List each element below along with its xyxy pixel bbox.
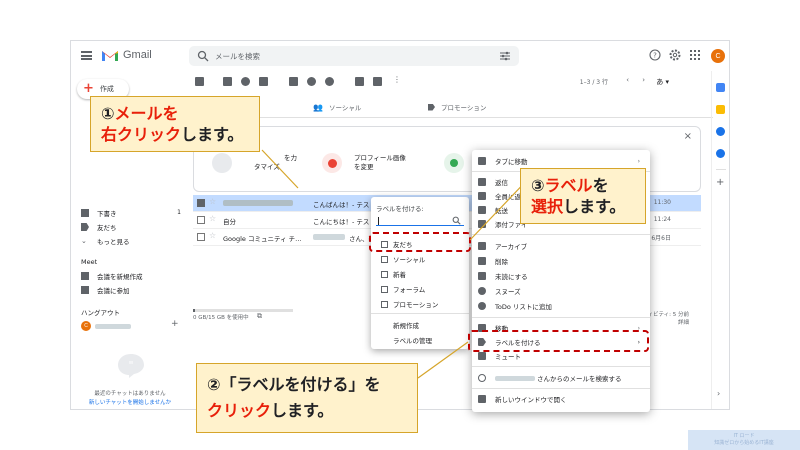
- callout-emphasis: 選択: [531, 197, 564, 216]
- callout-text: 「ラベルを付ける」を: [220, 375, 381, 394]
- callout-text: します。: [271, 401, 334, 420]
- tutorial-slide: Gmail メールを検索 ? C + 作成 下書き 1 友だち ⌄ もっと見る …: [0, 0, 800, 450]
- step-number: ③: [531, 176, 545, 195]
- callout-step-2: ②「ラベルを付ける」を クリックします。: [196, 363, 418, 433]
- callout-text: します。: [563, 197, 626, 216]
- footer-line2: 知識ゼロから始めるIT講座: [714, 440, 774, 446]
- step-number: ①: [101, 104, 115, 123]
- footer-watermark: IT ロード 知識ゼロから始めるIT講座: [688, 430, 800, 450]
- callout-text: メールを: [114, 104, 179, 123]
- callout-text: します。: [181, 125, 244, 144]
- callout-emphasis: 右クリック: [101, 125, 182, 144]
- callout-step-1: ①メールを 右クリックします。: [90, 96, 260, 152]
- callout-emphasis: ラベル: [544, 176, 593, 195]
- callout-emphasis: クリック: [207, 401, 272, 420]
- callout-text: を: [592, 176, 609, 195]
- footer-line1: IT ロード: [733, 433, 755, 439]
- step-number: ②: [207, 375, 221, 394]
- callout-step-3: ③ラベルを 選択します。: [520, 168, 646, 224]
